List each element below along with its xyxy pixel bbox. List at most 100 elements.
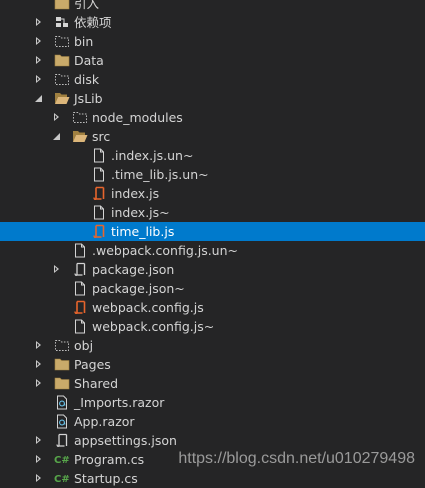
- file-icon: [72, 319, 88, 334]
- json-file-icon: [54, 433, 70, 448]
- file-icon: [72, 243, 88, 258]
- tree-item-label: bin: [74, 34, 94, 49]
- tree-item-disk[interactable]: disk: [0, 70, 425, 89]
- js-file-icon: [91, 186, 107, 201]
- tree-item-index-js[interactable]: index.js: [0, 184, 425, 203]
- expand-arrow-icon[interactable]: [34, 336, 44, 355]
- svg-text:C#: C#: [54, 455, 70, 466]
- tree-item-label: Startup.cs: [74, 471, 138, 486]
- expand-arrow-icon[interactable]: [34, 51, 44, 70]
- tree-item-[interactable]: 依赖项: [0, 13, 425, 32]
- tree-item-label: appsettings.json: [74, 433, 177, 448]
- expand-arrow-icon: [71, 203, 81, 222]
- tree-item-label: Data: [74, 53, 104, 68]
- tree-item-appsettings-json[interactable]: appsettings.json: [0, 431, 425, 450]
- tree-item-label: disk: [74, 72, 100, 87]
- tree-item-label: JsLib: [74, 91, 103, 106]
- tree-item-label: App.razor: [74, 414, 135, 429]
- tree-item-label: 引入: [74, 0, 100, 11]
- tree-item-label: src: [92, 129, 111, 144]
- tree-item-bin[interactable]: bin: [0, 32, 425, 51]
- folder-open-icon: [72, 129, 88, 144]
- expand-arrow-icon: [52, 298, 62, 317]
- collapse-arrow-icon[interactable]: [52, 127, 62, 146]
- tree-item-label: webpack.config.js: [92, 300, 204, 315]
- tree-item-package-json[interactable]: package.json: [0, 260, 425, 279]
- expand-arrow-icon: [52, 317, 62, 336]
- tree-item-label: .webpack.config.js.un~: [92, 243, 239, 258]
- expand-arrow-icon: [71, 184, 81, 203]
- expand-arrow-icon[interactable]: [34, 431, 44, 450]
- expand-arrow-icon: [52, 241, 62, 260]
- tree-item-time-lib-js-un[interactable]: .time_lib.js.un~: [0, 165, 425, 184]
- dependencies-icon: [54, 15, 70, 30]
- csharp-file-icon: C#: [54, 471, 70, 486]
- razor-file-icon: [54, 414, 70, 429]
- expand-arrow-icon: [52, 279, 62, 298]
- tree-item-app-razor[interactable]: App.razor: [0, 412, 425, 431]
- tree-item-label: index.js~: [111, 205, 170, 220]
- folder-icon: [54, 53, 70, 68]
- expand-arrow-icon: [71, 165, 81, 184]
- tree-item-label: Shared: [74, 376, 119, 391]
- expand-arrow-icon: [34, 393, 44, 412]
- tree-item-time-lib-js[interactable]: time_lib.js: [0, 222, 425, 241]
- tree-item-label: obj: [74, 338, 94, 353]
- expand-arrow-icon: [34, 412, 44, 431]
- tree-item-obj[interactable]: obj: [0, 336, 425, 355]
- razor-file-icon: [54, 395, 70, 410]
- tree-item-label: package.json~: [92, 281, 185, 296]
- tree-item-label: .time_lib.js.un~: [111, 167, 209, 182]
- expand-arrow-icon[interactable]: [52, 260, 62, 279]
- tree-item-label: Program.cs: [74, 452, 145, 467]
- tree-item-package-json[interactable]: package.json~: [0, 279, 425, 298]
- expand-arrow-icon[interactable]: [34, 469, 44, 488]
- tree-item-label: webpack.config.js~: [92, 319, 215, 334]
- tree-item-label: index.js: [111, 186, 160, 201]
- tree-item-jslib[interactable]: JsLib: [0, 89, 425, 108]
- js-file-icon: [91, 224, 107, 239]
- expand-arrow-icon[interactable]: [34, 13, 44, 32]
- watermark: https://blog.csdn.net/u010279498: [178, 450, 415, 467]
- tree-item-label: .index.js.un~: [111, 148, 194, 163]
- solution-explorer-tree: 引入依赖项 bin Data disk JsLib node_modulessrc .ind…: [0, 0, 425, 488]
- tree-item-startup-cs[interactable]: C# Startup.cs: [0, 469, 425, 488]
- expand-arrow-icon: [71, 222, 81, 241]
- tree-item-pages[interactable]: Pages: [0, 355, 425, 374]
- collapse-arrow-icon[interactable]: [34, 89, 44, 108]
- tree-item-imports-razor[interactable]: _Imports.razor: [0, 393, 425, 412]
- folder-icon: [54, 376, 70, 391]
- tree-item-node-modules[interactable]: node_modules: [0, 108, 425, 127]
- tree-item-index-js-un[interactable]: .index.js.un~: [0, 146, 425, 165]
- tree-item-[interactable]: 引入: [0, 0, 425, 13]
- tree-item-src[interactable]: src: [0, 127, 425, 146]
- tree-item-data[interactable]: Data: [0, 51, 425, 70]
- expand-arrow-icon[interactable]: [34, 450, 44, 469]
- folder-dashed-icon: [72, 110, 88, 125]
- expand-arrow-icon[interactable]: [34, 374, 44, 393]
- folder-icon: [54, 357, 70, 372]
- file-icon: [91, 148, 107, 163]
- tree-item-shared[interactable]: Shared: [0, 374, 425, 393]
- tree-item-index-js[interactable]: index.js~: [0, 203, 425, 222]
- expand-arrow-icon: [71, 146, 81, 165]
- file-icon: [91, 205, 107, 220]
- json-file-icon: [72, 262, 88, 277]
- expand-arrow-icon[interactable]: [34, 70, 44, 89]
- js-file-icon: [72, 300, 88, 315]
- tree-item-label: node_modules: [92, 110, 183, 125]
- expand-arrow-icon[interactable]: [34, 355, 44, 374]
- file-icon: [91, 167, 107, 182]
- folder-dashed-icon: [54, 34, 70, 49]
- expand-arrow-icon[interactable]: [52, 108, 62, 127]
- expand-arrow-icon[interactable]: [34, 32, 44, 51]
- tree-item-label: _Imports.razor: [74, 395, 165, 410]
- tree-item-webpack-config-js[interactable]: webpack.config.js~: [0, 317, 425, 336]
- csharp-file-icon: C#: [54, 452, 70, 467]
- file-icon: [72, 281, 88, 296]
- tree-item-webpack-config-js[interactable]: webpack.config.js: [0, 298, 425, 317]
- tree-item-label: 依赖项: [74, 15, 112, 30]
- tree-item-label: package.json: [92, 262, 175, 277]
- tree-item-webpack-config-js-un[interactable]: .webpack.config.js.un~: [0, 241, 425, 260]
- folder-dashed-icon: [54, 338, 70, 353]
